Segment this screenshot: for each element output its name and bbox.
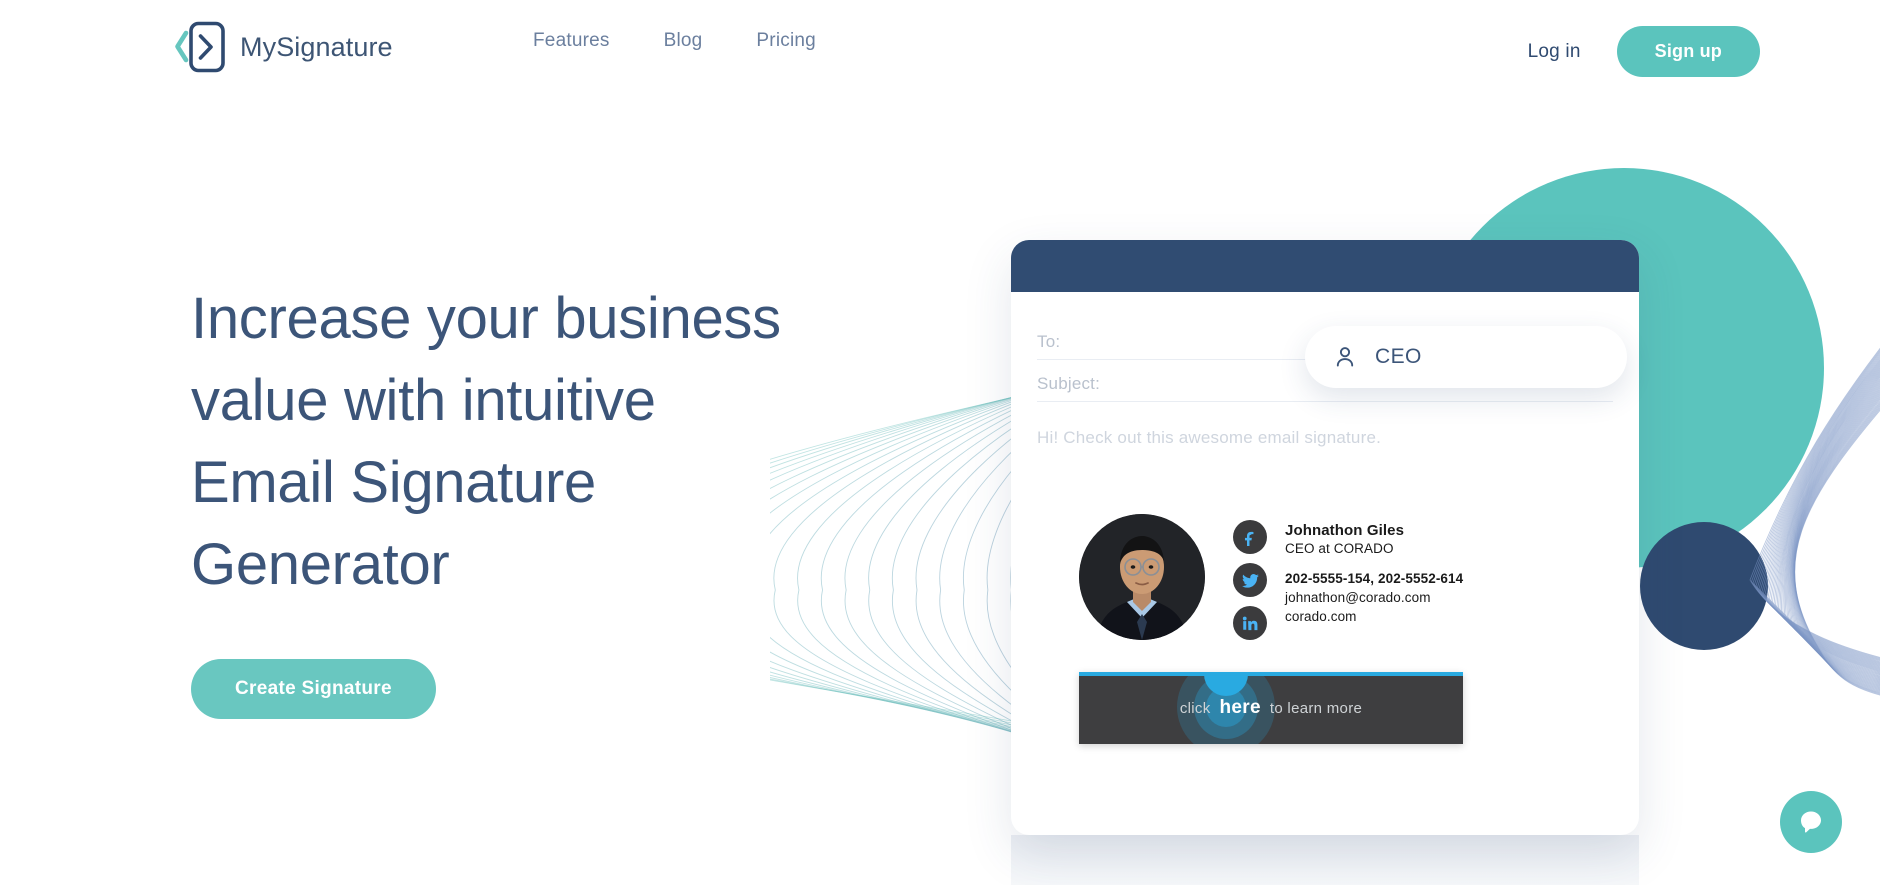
brand-logo-link[interactable]: MySignature (172, 19, 393, 75)
signature-details: Johnathon Giles CEO at CORADO 202-5555-1… (1285, 514, 1463, 626)
main-navigation: Features Blog Pricing (533, 30, 816, 52)
signature-name: Johnathon Giles (1285, 522, 1405, 539)
signature-email[interactable]: johnathon@corado.com (1285, 588, 1463, 607)
brand-name: MySignature (240, 31, 393, 62)
email-to-label: To: (1037, 332, 1061, 351)
facebook-icon[interactable] (1233, 520, 1267, 554)
banner-prefix: click (1179, 699, 1211, 717)
chat-bubble-icon (1801, 811, 1821, 833)
signature-avatar (1079, 514, 1205, 640)
signup-button[interactable]: Sign up (1616, 26, 1760, 77)
login-link[interactable]: Log in (1524, 31, 1585, 73)
headline-line-2: value with intuitive (191, 368, 656, 433)
headline-line-3: Email Signature (191, 450, 596, 515)
banner-text: click here to learn more (1079, 672, 1463, 744)
banner-highlight[interactable]: here (1220, 697, 1261, 719)
hero-headline: Increase your business value with intuit… (191, 278, 931, 606)
job-title-suggestion-popover[interactable]: CEO (1305, 326, 1627, 388)
email-card-titlebar (1011, 240, 1639, 292)
hero-section: Increase your business value with intuit… (191, 278, 931, 719)
signature-role: CEO at CORADO (1285, 541, 1394, 556)
chevron-logo-icon (175, 21, 225, 73)
card-bottom-shadow-band (1011, 835, 1639, 885)
email-greeting-text: Hi! Check out this awesome email signatu… (1037, 428, 1382, 447)
site-header: MySignature Features Blog Pricing Log in… (0, 0, 1880, 98)
linkedin-icon[interactable] (1233, 606, 1267, 640)
headline-line-4: Generator (191, 532, 450, 597)
nav-item-pricing[interactable]: Pricing (756, 30, 815, 52)
create-signature-button[interactable]: Create Signature (191, 659, 436, 719)
job-title-suggestion-label: CEO (1375, 345, 1422, 368)
signature-social-icons (1233, 514, 1267, 640)
email-signature-block: Johnathon Giles CEO at CORADO 202-5555-1… (1079, 514, 1613, 640)
email-subject-label: Subject: (1037, 374, 1101, 393)
landing-page: MySignature Features Blog Pricing Log in… (0, 0, 1880, 885)
chat-widget-button[interactable] (1780, 791, 1842, 853)
headline-line-1: Increase your business (191, 286, 781, 351)
nav-item-blog[interactable]: Blog (664, 30, 703, 52)
twitter-icon[interactable] (1233, 563, 1267, 597)
signature-promo-banner[interactable]: click here to learn more (1079, 672, 1463, 744)
wave-lines-right-decoration (1749, 347, 1880, 696)
nav-item-features[interactable]: Features (533, 30, 610, 52)
navy-circle-decoration (1640, 522, 1768, 650)
banner-suffix: to learn more (1269, 699, 1363, 717)
signature-website[interactable]: corado.com (1285, 607, 1463, 626)
signature-phone: 202-5555-154, 202-5552-614 (1285, 571, 1464, 586)
auth-actions: Log in Sign up (1524, 26, 1760, 77)
person-icon (1336, 347, 1354, 367)
signature-contact-lines: 202-5555-154, 202-5552-614 johnathon@cor… (1285, 569, 1463, 626)
